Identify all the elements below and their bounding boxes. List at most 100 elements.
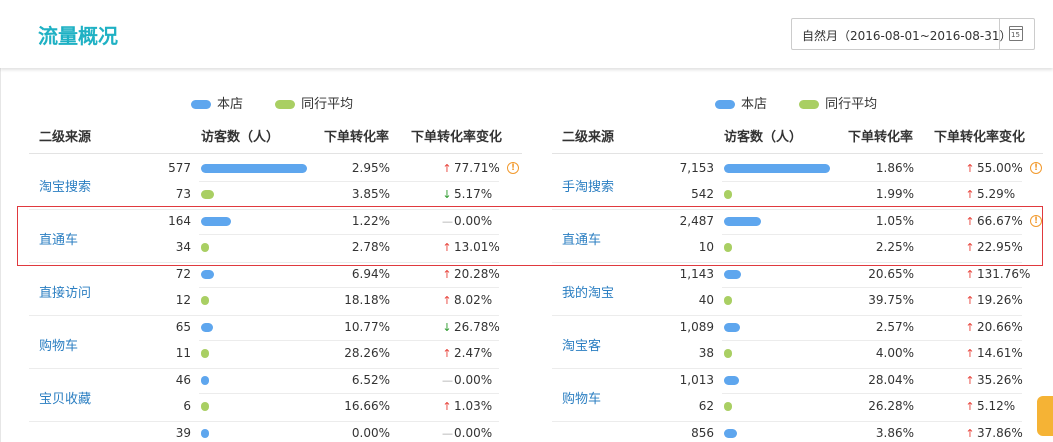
shop-rate-change: ↓ 26.78% <box>442 320 500 334</box>
rate-change-value: 26.78% <box>454 320 500 334</box>
legend-peer: 同行平均 <box>275 93 353 112</box>
source-link[interactable]: 宝贝收藏 <box>39 388 91 407</box>
date-range-label: 自然月（2016-08-01~2016-08-31） <box>802 29 1012 43</box>
legend-peer-swatch <box>275 100 296 109</box>
peer-visitor-bar <box>201 190 214 199</box>
calendar-icon: 15 <box>1009 26 1023 41</box>
shop-visitor-bar <box>724 270 741 279</box>
row-divider <box>29 315 499 316</box>
warning-icon[interactable]: ! <box>507 162 519 174</box>
shop-conversion-rate: 20.65% <box>868 267 914 281</box>
shop-visitors: 7,153 <box>679 161 714 175</box>
peer-visitors: 34 <box>175 240 191 254</box>
peer-conversion-rate: 2.78% <box>351 240 390 254</box>
peer-conversion-rate: 3.85% <box>351 187 390 201</box>
shop-rate-change: ↑ 77.71% <box>442 161 499 175</box>
legend: 本店 同行平均 <box>191 93 381 112</box>
row-divider <box>29 262 499 263</box>
peer-rate-change: ↑ 5.12% <box>965 399 1015 413</box>
arrow-down-icon: ↓ <box>442 321 452 334</box>
peer-visitors: 11 <box>175 346 191 360</box>
rate-change-value: 35.26% <box>977 373 1023 387</box>
shop-conversion-rate: 1.22% <box>351 214 390 228</box>
sub-row-divider <box>199 287 499 288</box>
peer-visitor-bar <box>724 402 732 411</box>
shop-conversion-rate: 6.52% <box>351 373 390 387</box>
rate-change-value: 20.28% <box>454 267 500 281</box>
source-link[interactable]: 手淘搜索 <box>562 176 614 195</box>
arrow-up-icon: ↑ <box>442 268 452 281</box>
shop-conversion-rate: 3.86% <box>875 426 914 440</box>
shop-visitors: 65 <box>175 320 191 334</box>
peer-visitors: 6 <box>183 399 191 413</box>
rate-change-value: 5.29% <box>977 187 1016 201</box>
peer-visitor-bar <box>201 243 209 252</box>
sub-row-divider <box>199 234 499 235</box>
peer-conversion-rate: 28.26% <box>344 346 390 360</box>
arrow-up-icon: ↑ <box>442 347 452 360</box>
peer-visitors: 38 <box>698 346 714 360</box>
rate-change-value: 5.17% <box>454 187 493 201</box>
col-source-header: 二级来源 <box>39 130 92 145</box>
source-link[interactable]: 淘宝客 <box>562 335 601 354</box>
row-divider <box>29 209 499 210</box>
calendar-button[interactable]: 15 <box>999 19 1034 49</box>
shop-rate-change: —0.00% <box>442 373 492 387</box>
page-header: 流量概况 自然月（2016-08-01~2016-08-31） 15 <box>0 0 1053 68</box>
rate-change-value: 20.66% <box>977 320 1023 334</box>
peer-conversion-rate: 39.75% <box>868 293 914 307</box>
arrow-up-icon: ↑ <box>965 427 975 440</box>
legend-peer-label: 同行平均 <box>825 97 878 112</box>
peer-visitor-bar <box>201 349 209 358</box>
rate-change-value: 19.26% <box>977 293 1023 307</box>
arrow-up-icon: ↑ <box>965 347 975 360</box>
peer-rate-change: ↑ 14.61% <box>965 346 1023 360</box>
arrow-up-icon: ↑ <box>965 400 975 413</box>
warning-icon[interactable]: ! <box>1030 215 1042 227</box>
page-title: 流量概况 <box>38 24 118 48</box>
shop-visitor-bar <box>201 323 213 332</box>
peer-rate-change: ↑ 22.95% <box>965 240 1022 254</box>
row-divider <box>29 368 499 369</box>
shop-visitors: 46 <box>175 373 191 387</box>
shop-rate-change: ↑ 20.66% <box>965 320 1023 334</box>
shop-visitor-bar <box>201 429 209 438</box>
shop-visitors: 72 <box>175 267 191 281</box>
peer-visitor-bar <box>724 190 732 199</box>
arrow-up-icon: ↑ <box>442 400 452 413</box>
arrow-up-icon: ↑ <box>442 241 452 254</box>
legend: 本店 同行平均 <box>715 93 905 112</box>
shop-visitor-bar <box>201 376 209 385</box>
source-link[interactable]: 直接访问 <box>39 282 91 301</box>
rate-change-value: 66.67% <box>977 214 1023 228</box>
source-link[interactable]: 我的淘宝 <box>562 282 614 301</box>
shop-visitor-bar <box>724 376 739 385</box>
warning-icon[interactable]: ! <box>1030 162 1042 174</box>
rate-change-value: 14.61% <box>977 346 1023 360</box>
legend-shop-label: 本店 <box>741 97 768 112</box>
arrow-up-icon: ↑ <box>965 188 975 201</box>
sub-row-divider <box>722 340 1022 341</box>
date-range-picker[interactable]: 自然月（2016-08-01~2016-08-31） 15 <box>791 18 1035 50</box>
shop-visitors: 1,143 <box>679 267 714 281</box>
peer-conversion-rate: 18.18% <box>344 293 390 307</box>
arrow-up-icon: ↑ <box>965 374 975 387</box>
shop-visitor-bar <box>201 270 214 279</box>
shop-conversion-rate: 28.04% <box>868 373 914 387</box>
shop-conversion-rate: 1.86% <box>875 161 914 175</box>
rate-change-value: 0.00% <box>454 214 493 228</box>
shop-visitor-bar <box>201 164 307 173</box>
source-link[interactable]: 购物车 <box>39 335 78 354</box>
source-link[interactable]: 直通车 <box>39 229 78 248</box>
col-rate-header: 下单转化率 <box>848 130 914 145</box>
shop-visitor-bar <box>724 429 737 438</box>
legend-shop-swatch <box>715 100 735 109</box>
source-link[interactable]: 直通车 <box>562 229 601 248</box>
rate-change-value: 37.86% <box>977 426 1023 440</box>
shop-rate-change: ↑ 131.76% <box>965 267 1030 281</box>
mascot-widget[interactable] <box>1037 396 1053 436</box>
source-link[interactable]: 购物车 <box>562 388 601 407</box>
shop-rate-change: ↑ 37.86% <box>965 426 1023 440</box>
sub-row-divider <box>199 181 499 182</box>
source-link[interactable]: 淘宝搜索 <box>39 176 91 195</box>
